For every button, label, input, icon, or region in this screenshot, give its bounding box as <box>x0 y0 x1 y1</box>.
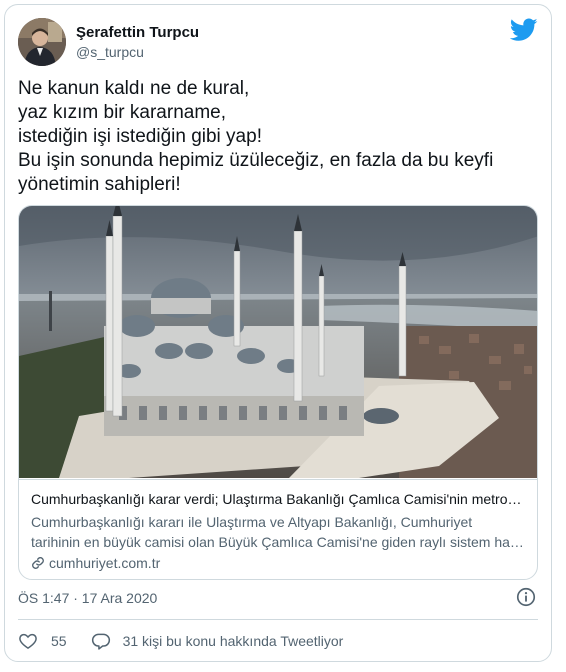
divider <box>18 619 538 620</box>
tweet-text-line: Ne kanun kaldı ne de kural, <box>18 78 250 99</box>
heart-icon <box>19 633 37 649</box>
tweet-actions: 55 31 kişi bu konu hakkında Tweetliyor <box>18 629 343 653</box>
mosque-photo[interactable] <box>19 206 537 478</box>
author-name[interactable]: Şerafettin Turpcu <box>76 24 199 41</box>
link-preview-card[interactable]: Cumhurbaşkanlığı karar verdi; Ulaştırma … <box>18 205 538 580</box>
link-card-description-line: tarihinin en büyük camisi olan Büyük Çam… <box>31 534 527 550</box>
avatar[interactable] <box>18 18 66 66</box>
tweet-text: Ne kanun kaldı ne de kural, yaz kızım bi… <box>18 77 538 197</box>
link-card-body[interactable]: Cumhurbaşkanlığı karar verdi; Ulaştırma … <box>19 479 537 579</box>
link-card-description-line: Cumhurbaşkanlığı kararı ile Ulaştırma ve… <box>31 514 473 530</box>
link-card-domain: cumhuriyet.com.tr <box>49 555 161 571</box>
twitter-bird-icon[interactable] <box>509 18 538 42</box>
tweet-text-line: Bu işin sonunda hepimiz üzüleceğiz, en f… <box>18 150 494 171</box>
tweet-text-line: yönetimin sahipleri! <box>18 174 181 195</box>
reply-icon <box>91 633 110 650</box>
reply-button[interactable]: 31 kişi bu konu hakkında Tweetliyor <box>91 631 344 651</box>
link-card-title[interactable]: Cumhurbaşkanlığı karar verdi; Ulaştırma … <box>31 489 527 509</box>
like-button[interactable]: 55 <box>18 631 67 651</box>
tweet-text-line: istediğin işi istediğin gibi yap! <box>18 126 262 147</box>
like-count: 55 <box>51 633 67 649</box>
author-handle[interactable]: @s_turpcu <box>76 44 144 60</box>
link-card-description: Cumhurbaşkanlığı kararı ile Ulaştırma ve… <box>31 512 527 552</box>
reply-label: 31 kişi bu konu hakkında Tweetliyor <box>122 633 344 649</box>
tweet-text-line: yaz kızım bir kararname, <box>18 102 226 123</box>
link-card-domain-row[interactable]: cumhuriyet.com.tr <box>31 553 527 573</box>
tweet-header: Şerafettin Turpcu @s_turpcu <box>18 18 538 68</box>
info-icon[interactable] <box>515 586 537 608</box>
tweet-timestamp[interactable]: ÖS 1:47 · 17 Ara 2020 <box>18 590 157 606</box>
link-icon <box>32 557 44 569</box>
tweet-card: Şerafettin Turpcu @s_turpcu Ne kanun kal… <box>4 4 552 662</box>
